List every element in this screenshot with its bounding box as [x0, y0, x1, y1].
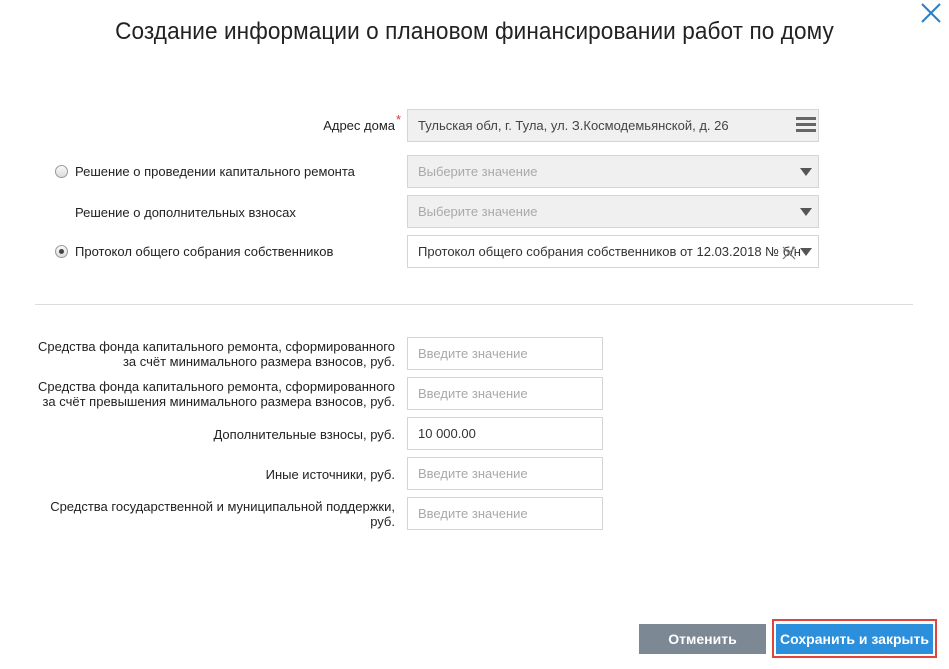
funding-label: Дополнительные взносы, руб.: [213, 427, 395, 442]
close-icon[interactable]: [920, 2, 942, 24]
radio-decision-capital[interactable]: [55, 165, 68, 178]
chevron-down-icon[interactable]: [800, 168, 812, 176]
funding-label: Иные источники, руб.: [265, 467, 395, 482]
decision-extra-select[interactable]: Выберите значение: [407, 195, 819, 228]
decision-capital-label: Решение о проведении капитального ремонт…: [75, 164, 355, 179]
save-and-close-button[interactable]: Сохранить и закрыть: [776, 624, 933, 654]
protocol-select[interactable]: Протокол общего собрания собственников о…: [407, 235, 819, 268]
divider: [35, 304, 913, 305]
funding-input[interactable]: 10 000.00: [407, 417, 603, 450]
clear-icon[interactable]: [782, 246, 796, 260]
radio-protocol[interactable]: [55, 245, 68, 258]
cancel-button[interactable]: Отменить: [639, 624, 766, 654]
funding-label: Средства фонда капитального ремонта, сфо…: [38, 339, 395, 369]
decision-capital-select[interactable]: Выберите значение: [407, 155, 819, 188]
address-label: Адрес дома: [323, 118, 395, 133]
chevron-down-icon[interactable]: [800, 208, 812, 216]
funding-input[interactable]: Введите значение: [407, 377, 603, 410]
menu-icon[interactable]: [796, 117, 816, 133]
funding-input[interactable]: Введите значение: [407, 497, 603, 530]
address-field[interactable]: Тульская обл, г. Тула, ул. З.Космодемьян…: [407, 109, 819, 142]
required-mark: *: [396, 112, 402, 127]
funding-input[interactable]: Введите значение: [407, 457, 603, 490]
decision-extra-label: Решение о дополнительных взносах: [75, 205, 296, 220]
funding-input[interactable]: Введите значение: [407, 337, 603, 370]
dialog-title: Создание информации о плановом финансиро…: [115, 18, 834, 45]
funding-label: Средства государственной и муниципальной…: [50, 499, 395, 529]
funding-label: Средства фонда капитального ремонта, сфо…: [38, 379, 395, 409]
chevron-down-icon[interactable]: [800, 248, 812, 256]
protocol-label: Протокол общего собрания собственников: [75, 244, 334, 259]
